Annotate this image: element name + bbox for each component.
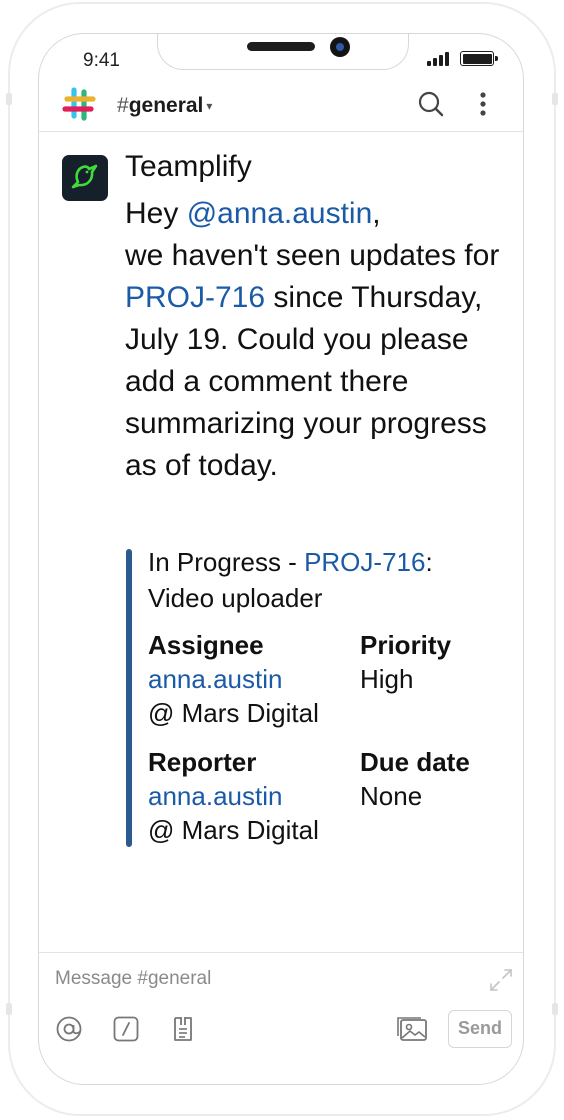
side-button bbox=[552, 93, 558, 105]
image-icon[interactable] bbox=[396, 1015, 428, 1043]
assignee-field: Assignee anna.austin @ Mars Digital bbox=[148, 628, 319, 730]
issue-attachment: In Progress - PROJ-716: Video uploader A… bbox=[148, 544, 508, 845]
slash-command-icon[interactable] bbox=[112, 1015, 140, 1043]
project-link[interactable]: PROJ-716 bbox=[125, 281, 265, 314]
message-body: Hey @anna.austin, we haven't seen updates… bbox=[125, 193, 515, 487]
side-button bbox=[6, 1003, 12, 1015]
attachment-color-bar bbox=[126, 549, 132, 847]
reporter-user-link[interactable]: anna.austin bbox=[148, 779, 319, 813]
channel-name: general bbox=[128, 94, 204, 117]
status-time: 9:41 bbox=[83, 50, 120, 71]
issue-status: In Progress - bbox=[148, 547, 305, 577]
message-greeting: Hey bbox=[125, 197, 187, 230]
due-date-value: None bbox=[360, 781, 423, 811]
issue-link[interactable]: PROJ-716 bbox=[304, 547, 425, 577]
send-button[interactable]: Send bbox=[448, 1010, 512, 1048]
speaker bbox=[247, 42, 315, 51]
chevron-down-icon: ▾ bbox=[206, 99, 213, 113]
bot-avatar[interactable] bbox=[62, 155, 108, 201]
assignee-label: Assignee bbox=[148, 630, 264, 660]
notch bbox=[157, 34, 409, 70]
message-input[interactable]: Message #general bbox=[55, 968, 211, 990]
reporter-field: Reporter anna.austin @ Mars Digital bbox=[148, 745, 319, 847]
reporter-org: @ Mars Digital bbox=[148, 815, 319, 845]
message-sender[interactable]: Teamplify bbox=[125, 150, 252, 184]
issue-title: Video uploader bbox=[148, 583, 323, 613]
search-icon[interactable] bbox=[417, 90, 445, 118]
file-icon[interactable] bbox=[169, 1015, 197, 1043]
front-camera bbox=[330, 37, 350, 57]
attachment-title: In Progress - PROJ-716: Video uploader bbox=[148, 544, 508, 616]
slack-logo bbox=[62, 87, 96, 121]
due-date-field: Due date None bbox=[360, 745, 470, 813]
priority-label: Priority bbox=[360, 630, 452, 660]
message-comma: , bbox=[372, 197, 381, 230]
assignee-user-link[interactable]: anna.austin bbox=[148, 662, 319, 696]
channel-title[interactable]: #general ▾ bbox=[117, 94, 212, 118]
assignee-org: @ Mars Digital bbox=[148, 698, 319, 728]
priority-value: High bbox=[360, 664, 414, 694]
message-text: we haven't seen updates for bbox=[125, 239, 500, 272]
due-date-label: Due date bbox=[360, 747, 470, 777]
user-mention-link[interactable]: @anna.austin bbox=[187, 197, 373, 230]
channel-hash: # bbox=[117, 94, 129, 117]
at-icon[interactable] bbox=[55, 1015, 83, 1043]
battery-icon bbox=[460, 51, 498, 66]
reporter-label: Reporter bbox=[148, 747, 257, 777]
side-button bbox=[552, 1003, 558, 1015]
expand-icon[interactable] bbox=[488, 967, 514, 993]
kebab-icon[interactable] bbox=[473, 90, 493, 118]
title-colon: : bbox=[425, 547, 433, 577]
side-button bbox=[6, 93, 12, 105]
bird-icon bbox=[71, 164, 98, 189]
message-composer: Message #general Send bbox=[39, 952, 523, 1084]
signal-icon bbox=[427, 52, 449, 66]
channel-header: #general ▾ bbox=[39, 82, 523, 132]
priority-field: Priority High bbox=[360, 628, 451, 696]
phone-screen: 9:41 #general ▾ Teamplify Hey @anna.aust… bbox=[38, 33, 524, 1085]
